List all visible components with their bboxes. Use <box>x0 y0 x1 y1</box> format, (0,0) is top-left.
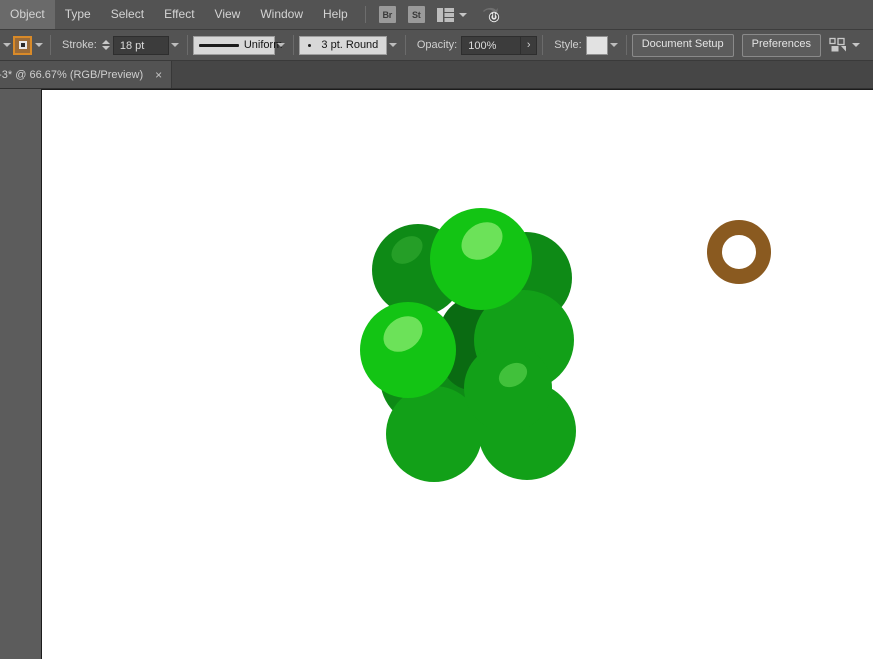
control-divider <box>50 35 51 55</box>
style-label: Style: <box>554 39 582 51</box>
menu-item-window[interactable]: Window <box>250 0 313 29</box>
menu-item-view[interactable]: View <box>205 0 251 29</box>
opacity-flyout-arrow-icon[interactable]: › <box>521 35 538 55</box>
stock-icon[interactable]: St <box>407 6 425 23</box>
brush-definition-chevron-down-icon[interactable] <box>387 35 400 55</box>
document-tab-bar: d-3* @ 66.67% (RGB/Preview) × <box>0 61 873 89</box>
brush-definition-value: 3 pt. Round <box>321 38 379 51</box>
menu-item-object[interactable]: Object <box>0 0 55 29</box>
graphic-style-swatch[interactable] <box>585 35 608 55</box>
control-bar-overflow-chevron-icon[interactable] <box>0 35 13 55</box>
control-divider <box>186 35 188 55</box>
control-divider <box>404 35 406 55</box>
align-to-selection-icon[interactable] <box>829 37 847 53</box>
stroke-profile-preview-icon <box>198 43 239 47</box>
green-sphere-cluster[interactable] <box>352 202 602 482</box>
control-bar: Stroke: 18 pt Uniform 3 pt. Round Opacit… <box>0 30 873 61</box>
sphere-right-lower[interactable] <box>464 344 552 432</box>
menu-item-help[interactable]: Help <box>313 0 358 29</box>
preferences-button[interactable]: Preferences <box>741 33 821 57</box>
brown-ring-circle[interactable] <box>707 220 771 284</box>
control-divider <box>542 35 544 55</box>
menu-bar: Object Type Select Effect View Window He… <box>0 0 873 30</box>
stroke-color-chevron-down-icon[interactable] <box>32 35 45 55</box>
control-divider <box>292 35 294 55</box>
stroke-profile-select[interactable]: Uniform <box>192 35 282 55</box>
bridge-icon[interactable]: Br <box>378 6 396 23</box>
brush-preview-icon <box>307 43 311 47</box>
swatch-inner <box>18 41 27 49</box>
menu-item-effect[interactable]: Effect <box>154 0 204 29</box>
arrange-chevron-down-icon[interactable] <box>458 12 467 17</box>
arrange-documents-icon[interactable] <box>436 7 454 22</box>
opacity-label: Opacity: <box>416 39 458 51</box>
menu-item-select[interactable]: Select <box>101 0 154 29</box>
document-tab[interactable]: d-3* @ 66.67% (RGB/Preview) × <box>0 61 173 88</box>
opacity-input[interactable]: 100% <box>461 35 522 55</box>
stroke-weight-chevron-down-icon[interactable] <box>169 35 182 55</box>
power-sync-icon[interactable] <box>481 6 501 24</box>
menu-divider <box>364 6 366 23</box>
align-chevron-down-icon[interactable] <box>851 43 860 47</box>
artboard[interactable] <box>41 89 873 659</box>
canvas-workspace[interactable] <box>0 89 873 659</box>
graphic-style-chevron-down-icon[interactable] <box>608 35 621 55</box>
brush-definition-select[interactable]: 3 pt. Round <box>298 35 387 55</box>
stroke-color-swatch[interactable] <box>13 35 32 55</box>
close-icon[interactable]: × <box>155 69 162 81</box>
stroke-weight-input[interactable]: 18 pt <box>112 35 169 55</box>
menu-item-type[interactable]: Type <box>55 0 101 29</box>
document-tab-title: d-3* @ 66.67% (RGB/Preview) <box>0 68 144 81</box>
document-setup-button[interactable]: Document Setup <box>631 33 734 57</box>
stroke-profile-chevron-down-icon[interactable] <box>275 35 288 55</box>
control-divider <box>625 35 627 55</box>
stroke-weight-stepper[interactable] <box>101 39 112 51</box>
stroke-label: Stroke: <box>62 39 97 51</box>
